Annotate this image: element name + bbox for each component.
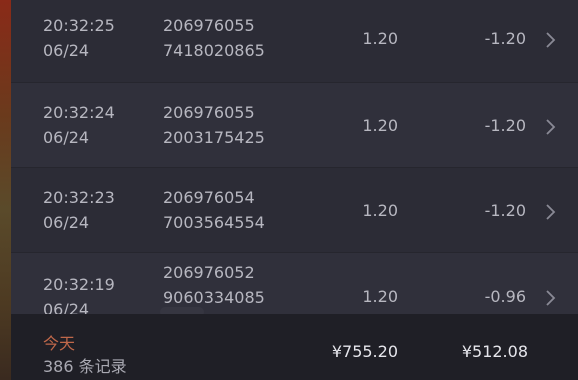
record-net: -1.20 (484, 201, 526, 220)
record-order-number-line1: 206976052 (163, 263, 255, 282)
chevron-right-icon[interactable] (542, 288, 558, 308)
table-row[interactable]: 20:32:19 06/24 206976052 9060334085 1.20… (11, 253, 578, 314)
record-net: -1.20 (484, 29, 526, 48)
record-order-number-line1: 206976055 (163, 103, 255, 122)
period-label: 今天 (43, 334, 76, 353)
record-amount: 1.20 (362, 287, 398, 306)
table-row[interactable]: 20:32:23 06/24 206976054 7003564554 1.20… (11, 168, 578, 253)
record-net: -0.96 (484, 287, 526, 306)
chevron-right-icon[interactable] (542, 30, 558, 50)
background-edge (0, 0, 11, 380)
record-order-number-line2: 2003175425 (163, 128, 265, 147)
record-amount: 1.20 (362, 29, 398, 48)
record-time: 20:32:19 (43, 275, 115, 294)
record-count: 386 条记录 (43, 357, 127, 376)
chevron-right-icon[interactable] (542, 202, 558, 222)
table-row[interactable]: 20:32:24 06/24 206976055 2003175425 1.20… (11, 83, 578, 168)
record-order-number-line2: 7003564554 (163, 213, 265, 232)
record-order-number-line2: 7418020865 (163, 41, 265, 60)
record-list[interactable]: 20:32:25 06/24 206976055 7418020865 1.20… (11, 0, 578, 314)
total-net: ¥512.08 (461, 342, 528, 361)
chevron-right-icon[interactable] (542, 117, 558, 137)
record-order-number-line1: 206976054 (163, 188, 255, 207)
record-time: 20:32:23 (43, 188, 115, 207)
record-amount: 1.20 (362, 116, 398, 135)
record-order-number-line2: 9060334085 (163, 288, 265, 307)
record-date: 06/24 (43, 128, 90, 147)
record-order-number-line1: 206976055 (163, 16, 255, 35)
total-amount: ¥755.20 (331, 342, 398, 361)
summary-footer: 今天 386 条记录 ¥755.20 ¥512.08 (11, 314, 578, 380)
record-date: 06/24 (43, 300, 90, 314)
table-row[interactable]: 20:32:25 06/24 206976055 7418020865 1.20… (11, 0, 578, 83)
record-amount: 1.20 (362, 201, 398, 220)
record-time: 20:32:25 (43, 16, 115, 35)
record-net: -1.20 (484, 116, 526, 135)
record-date: 06/24 (43, 213, 90, 232)
record-date: 06/24 (43, 41, 90, 60)
record-time: 20:32:24 (43, 103, 115, 122)
